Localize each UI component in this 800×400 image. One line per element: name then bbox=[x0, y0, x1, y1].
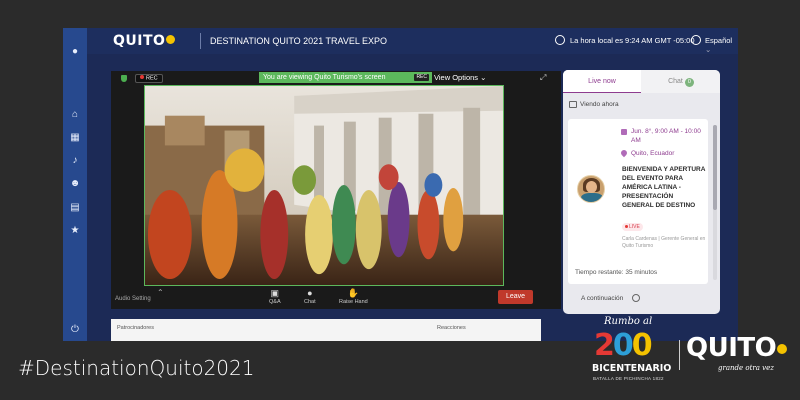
local-time: La hora local es 9:24 AM GMT -05:00 bbox=[570, 36, 695, 45]
fullscreen-icon[interactable]: ⤢ bbox=[540, 74, 548, 82]
quito-brand-logo: QUITO bbox=[686, 333, 788, 363]
sun-icon bbox=[777, 344, 788, 354]
chevron-up-icon[interactable]: ⌃ bbox=[157, 288, 164, 297]
globe-icon[interactable] bbox=[691, 35, 701, 45]
brand-divider bbox=[679, 340, 680, 370]
quito-logo[interactable]: QUITO bbox=[113, 33, 176, 49]
chevron-down-icon: ⌄ bbox=[705, 45, 712, 54]
chat-bubble-icon: ● bbox=[307, 288, 313, 298]
hand-icon: ✋ bbox=[347, 288, 359, 298]
sponsors-label: Patrocinadores bbox=[117, 325, 154, 331]
quito-tagline: grande otra vez bbox=[718, 364, 774, 372]
next-up-label[interactable]: A continuación bbox=[581, 295, 623, 302]
event-title: BIENVENIDA Y APERTURA DEL EVENTO PARA AM… bbox=[622, 166, 706, 209]
raise-hand-label: Raise Hand bbox=[339, 299, 368, 305]
page-title: DESTINATION QUITO 2021 TRAVEL EXPO bbox=[210, 36, 388, 46]
raise-hand-button[interactable]: ✋ Raise Hand bbox=[339, 288, 368, 305]
rumbo-text: Rumbo al bbox=[604, 316, 653, 327]
user-icon[interactable]: ● bbox=[69, 46, 81, 58]
app-window: ● ⌂ ▦ ♪ ☻ ▤ ★ ⏻ QUITO DESTINATION QUITO … bbox=[63, 28, 738, 341]
event-date: Jun. 8°, 9:00 AM - 10:00 AM bbox=[631, 128, 701, 144]
qa-label: Q&A bbox=[269, 299, 281, 305]
logo-text: QUITO bbox=[113, 33, 166, 49]
leave-button[interactable]: Leave bbox=[498, 290, 533, 304]
header-divider bbox=[200, 33, 201, 49]
home-icon[interactable]: ⌂ bbox=[69, 109, 81, 121]
rec-mini-badge: REC bbox=[414, 74, 429, 81]
reactions-label: Reacciones bbox=[437, 325, 466, 331]
rec-badge: REC bbox=[135, 74, 163, 83]
logo-sun-icon bbox=[166, 35, 176, 44]
people-icon[interactable]: ☻ bbox=[69, 178, 81, 190]
view-options-label: View Options bbox=[434, 73, 479, 82]
hashtag: #DestinationQuito2021 bbox=[18, 356, 255, 380]
live-badge: LIVE bbox=[622, 223, 643, 231]
microphone-icon[interactable]: ♪ bbox=[69, 155, 81, 167]
clock-icon bbox=[555, 35, 565, 45]
qa-icon: ▣ bbox=[270, 288, 280, 298]
live-label: LIVE bbox=[629, 224, 640, 230]
event-card[interactable]: Jun. 8°, 9:00 AM - 10:00 AM Quito, Ecuad… bbox=[568, 119, 708, 284]
chat-label: Chat bbox=[304, 299, 316, 305]
video-icon bbox=[569, 101, 577, 108]
watching-now-label: Viendo ahora bbox=[580, 101, 619, 108]
star-icon[interactable]: ★ bbox=[69, 225, 81, 237]
sidebar: ● ⌂ ▦ ♪ ☻ ▤ ★ ⏻ bbox=[63, 28, 87, 341]
avatar-face bbox=[586, 181, 597, 193]
language-label: Español bbox=[705, 36, 733, 45]
play-circle-icon[interactable] bbox=[632, 294, 640, 302]
shield-icon bbox=[121, 75, 127, 82]
qa-button[interactable]: ▣ Q&A bbox=[269, 288, 281, 305]
speaker-info: Carla Cardenas | Gerente General en Quit… bbox=[622, 236, 706, 249]
audio-setting-button[interactable]: Audio Setting bbox=[115, 296, 151, 302]
avatar bbox=[577, 175, 605, 203]
calendar-icon[interactable]: ▦ bbox=[69, 132, 81, 144]
panel-tabs: Live now Chat 0 bbox=[563, 70, 720, 93]
bicentenario-number: 200 bbox=[594, 328, 653, 363]
panel-scrollbar[interactable] bbox=[713, 125, 717, 280]
sponsors-bar: Patrocinadores Reacciones bbox=[111, 319, 541, 341]
tab-chat-label: Chat bbox=[668, 78, 683, 85]
bicentenario-logo: Rumbo al 200 BICENTENARIO BATALLA DE PIC… bbox=[590, 316, 672, 386]
tab-chat[interactable]: Chat 0 bbox=[642, 70, 720, 93]
shared-video[interactable] bbox=[144, 85, 504, 286]
bicentenario-word: BICENTENARIO bbox=[592, 363, 672, 374]
video-stage: REC You are viewing Quito Turismo's scre… bbox=[111, 71, 561, 309]
screen-share-text: You are viewing Quito Turismo's screen bbox=[263, 74, 386, 81]
stage-header: REC You are viewing Quito Turismo's scre… bbox=[111, 71, 561, 85]
view-options-button[interactable]: View Options ⌄ bbox=[434, 73, 486, 82]
event-location: Quito, Ecuador bbox=[631, 150, 675, 157]
avatar-body bbox=[581, 193, 603, 202]
calendar-icon bbox=[621, 129, 627, 135]
screen-share-banner: You are viewing Quito Turismo's screen R… bbox=[259, 72, 432, 83]
location-pin-icon bbox=[619, 148, 629, 158]
rec-label: REC bbox=[146, 75, 158, 82]
quito-brand-text: QUITO bbox=[686, 333, 777, 363]
live-dot-icon bbox=[625, 224, 628, 228]
live-panel: Live now Chat 0 Viendo ahora Jun. 8°, 9:0… bbox=[563, 70, 720, 314]
power-icon[interactable]: ⏻ bbox=[69, 324, 81, 336]
record-dot-icon bbox=[140, 75, 144, 79]
festival-scene-image bbox=[145, 86, 503, 285]
chat-button[interactable]: ● Chat bbox=[304, 288, 316, 305]
chevron-down-icon: ⌄ bbox=[480, 73, 487, 82]
tab-live-now[interactable]: Live now bbox=[563, 70, 641, 93]
battle-subtitle: BATALLA DE PICHINCHA 1822 bbox=[593, 376, 664, 381]
chat-count-badge: 0 bbox=[684, 77, 694, 87]
time-remaining: Tiempo restante: 35 minutos bbox=[575, 269, 658, 276]
booth-icon[interactable]: ▤ bbox=[69, 202, 81, 214]
language-select[interactable]: Español ⌄ bbox=[705, 36, 738, 54]
scrollbar-thumb[interactable] bbox=[713, 125, 717, 210]
top-bar: QUITO DESTINATION QUITO 2021 TRAVEL EXPO… bbox=[87, 28, 738, 54]
stage-controls: ⌃ Audio Setting ▣ Q&A ● Chat ✋ Raise Hand L… bbox=[111, 286, 561, 309]
